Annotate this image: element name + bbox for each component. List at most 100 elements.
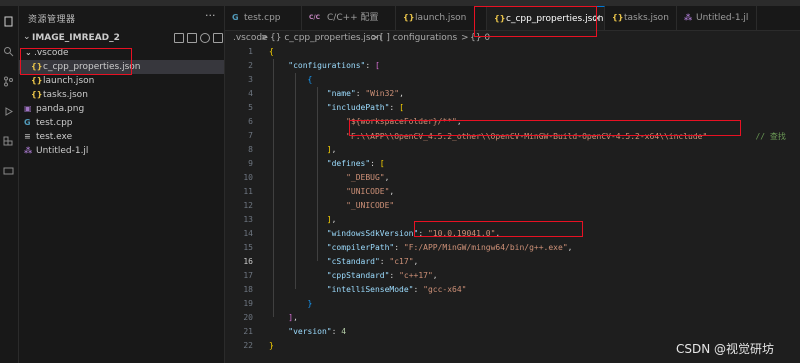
breadcrumb-separator: > bbox=[461, 33, 469, 43]
search-icon[interactable] bbox=[3, 46, 14, 57]
json-string: "F:/APP/MinGW/mingw64/bin/g++.exe" bbox=[403, 243, 568, 252]
json-key: "configurations" bbox=[288, 61, 366, 70]
line-number: 2 bbox=[248, 61, 253, 70]
code-line: "UNICODE", bbox=[346, 187, 395, 196]
tree-item-tasks[interactable]: {} tasks.json bbox=[19, 88, 224, 102]
code-line: "version": 4 bbox=[288, 327, 347, 336]
line-number: 17 bbox=[243, 271, 253, 280]
tab-tasks-json[interactable]: {} tasks.json bbox=[605, 6, 677, 30]
line-number: 1 bbox=[248, 47, 253, 56]
watermark: CSDN @视觉研坊 bbox=[676, 342, 775, 356]
code-editor[interactable]: 1 2 3 4 5 6 7 8 9 10 11 12 13 14 15 16 1… bbox=[225, 45, 800, 363]
line-number: 6 bbox=[248, 117, 253, 126]
line-number: 22 bbox=[243, 341, 253, 350]
new-file-icon[interactable] bbox=[174, 33, 184, 43]
code-line: "_DEBUG", bbox=[346, 173, 390, 182]
highlight-box-compiler-path bbox=[414, 221, 583, 237]
tab-label: tasks.json bbox=[624, 13, 669, 23]
cpp-file-icon: G bbox=[24, 118, 31, 127]
workspace-folder-name: IMAGE_IMREAD_2 bbox=[32, 33, 120, 43]
tab-label: test.cpp bbox=[244, 13, 281, 23]
line-number-current: 16 bbox=[243, 257, 253, 266]
highlight-box-active-tab bbox=[474, 6, 597, 37]
tree-item-label: test.exe bbox=[36, 132, 73, 142]
config-icon: C/C bbox=[309, 14, 320, 21]
tree-item-untitled-jl[interactable]: ⁂ Untitled-1.jl bbox=[19, 144, 224, 158]
json-key: "cStandard" bbox=[326, 257, 380, 266]
tree-item-label: launch.json bbox=[43, 76, 95, 86]
tree-item-test-exe[interactable]: ≡ test.exe bbox=[19, 130, 224, 144]
new-folder-icon[interactable] bbox=[187, 33, 197, 43]
json-icon: {} bbox=[31, 90, 43, 99]
breadcrumb-item[interactable]: [ ] configurations bbox=[380, 33, 457, 43]
tab-cpp-config[interactable]: C/C C/C++ 配置 bbox=[302, 6, 396, 30]
refresh-icon[interactable] bbox=[200, 33, 210, 43]
breadcrumb-item[interactable]: {} c_cpp_properties.json bbox=[270, 33, 382, 43]
json-key: "version" bbox=[288, 327, 332, 336]
line-number: 10 bbox=[243, 173, 253, 182]
activity-bar bbox=[0, 6, 19, 363]
collapse-all-icon[interactable] bbox=[213, 33, 223, 43]
json-string: "c++17" bbox=[399, 271, 433, 280]
code-line: "intelliSenseMode": "gcc-x64" bbox=[326, 285, 467, 294]
json-string: "c17" bbox=[389, 257, 414, 266]
line-number: 18 bbox=[243, 285, 253, 294]
json-key: "compilerPath" bbox=[326, 243, 395, 252]
line-number: 14 bbox=[243, 229, 253, 238]
json-string: "_UNICODE" bbox=[346, 201, 395, 210]
json-number: 4 bbox=[341, 327, 347, 336]
json-string: "gcc-x64" bbox=[423, 285, 467, 294]
code-line: "configurations": [ bbox=[288, 61, 380, 70]
exe-file-icon: ≡ bbox=[24, 132, 31, 141]
json-icon: {} bbox=[612, 13, 624, 22]
highlight-box-sidebar-item bbox=[20, 48, 132, 75]
code-line: "defines": [ bbox=[326, 159, 385, 168]
json-key: "cppStandard" bbox=[326, 271, 390, 280]
json-key: "includePath" bbox=[326, 103, 390, 112]
tab-label: launch.json bbox=[415, 13, 467, 23]
line-number: 8 bbox=[248, 145, 253, 154]
json-key: "defines" bbox=[326, 159, 371, 168]
code-line: "cppStandard": "c++17", bbox=[326, 271, 438, 280]
line-number: 7 bbox=[248, 131, 253, 140]
json-icon: {} bbox=[403, 13, 415, 22]
tree-item-launch[interactable]: {} launch.json bbox=[19, 74, 224, 88]
json-key: "windowsSdkVersion" bbox=[326, 229, 419, 238]
julia-file-icon: ⁂ bbox=[684, 13, 693, 22]
explorer-title: 资源管理器 bbox=[28, 15, 76, 25]
tree-item-label: panda.png bbox=[36, 104, 85, 114]
image-file-icon: ▣ bbox=[24, 104, 32, 113]
remote-icon[interactable] bbox=[3, 166, 14, 177]
extensions-icon[interactable] bbox=[3, 136, 14, 147]
line-number: 11 bbox=[243, 187, 253, 196]
highlight-box-include-path bbox=[349, 120, 741, 136]
json-string: "_DEBUG" bbox=[346, 173, 385, 182]
chevron-down-icon: ⌄ bbox=[23, 32, 31, 42]
more-actions-icon[interactable]: ··· bbox=[205, 9, 216, 22]
line-number: 12 bbox=[243, 201, 253, 210]
json-key: "name" bbox=[326, 89, 356, 98]
json-icon: {} bbox=[31, 76, 43, 85]
tab-label: Untitled-1.jl bbox=[696, 13, 749, 23]
code-line: ], bbox=[288, 313, 298, 322]
run-debug-icon[interactable] bbox=[3, 106, 14, 117]
line-number: 9 bbox=[248, 159, 253, 168]
tab-test-cpp[interactable]: G test.cpp bbox=[225, 6, 302, 30]
code-line: { bbox=[307, 75, 313, 84]
code-line: { bbox=[269, 47, 274, 56]
line-number: 15 bbox=[243, 243, 253, 252]
json-key: "intelliSenseMode" bbox=[326, 285, 414, 294]
code-line: ], bbox=[326, 145, 337, 154]
breadcrumb-separator: > bbox=[261, 33, 269, 43]
line-number: 4 bbox=[248, 89, 253, 98]
line-number: 21 bbox=[243, 327, 253, 336]
line-number: 19 bbox=[243, 299, 253, 308]
code-line: "name": "Win32", bbox=[326, 89, 404, 98]
code-line: "compilerPath": "F:/APP/MinGW/mingw64/bi… bbox=[326, 243, 573, 252]
julia-file-icon: ⁂ bbox=[24, 146, 33, 155]
tree-item-test-cpp[interactable]: G test.cpp bbox=[19, 116, 224, 130]
files-icon[interactable] bbox=[3, 16, 14, 27]
tree-item-panda[interactable]: ▣ panda.png bbox=[19, 102, 224, 116]
source-control-icon[interactable] bbox=[3, 76, 14, 87]
tab-untitled-jl[interactable]: ⁂ Untitled-1.jl bbox=[677, 6, 757, 30]
